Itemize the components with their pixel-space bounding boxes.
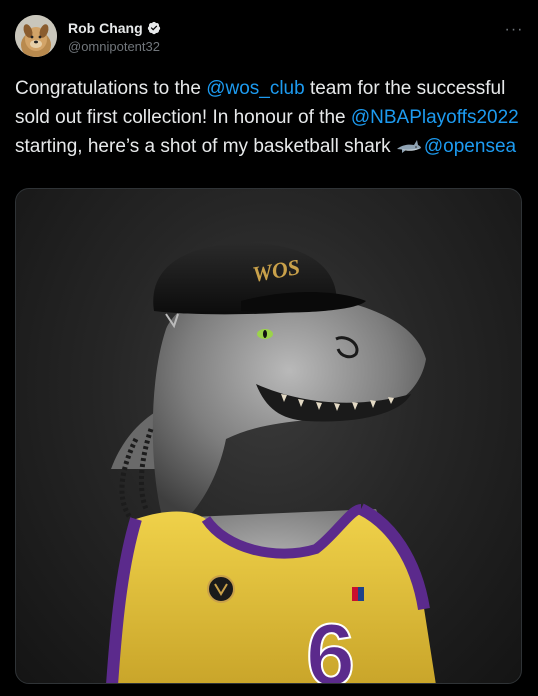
author-display-name[interactable]: Rob Chang (68, 20, 143, 36)
tweet-card: Rob Chang @omnipotent32 ··· Congratulati… (0, 0, 538, 696)
author-info[interactable]: Rob Chang @omnipotent32 (68, 18, 161, 54)
shark-nft-illustration: WOS 6 (106, 243, 436, 684)
nba-logo-icon (352, 587, 358, 601)
tweet-text-segment: Congratulations to the (15, 78, 207, 99)
mention-nbaplayoffs2022-link[interactable]: @NBAPlayoffs2022 (351, 107, 519, 128)
shark-emoji-icon (396, 140, 421, 153)
verified-badge-icon (147, 21, 160, 35)
jersey-number: 6 (306, 605, 355, 684)
mention-opensea-link[interactable]: @opensea (424, 136, 516, 157)
tweet-text-segment: starting, here’s a shot of my basketball… (15, 136, 396, 157)
mention-wos-club-link[interactable]: @wos_club (206, 78, 305, 99)
jersey-crest-icon (207, 575, 235, 603)
more-options-button[interactable]: ··· (502, 18, 526, 42)
author-avatar[interactable] (15, 15, 57, 57)
tweet-text: Congratulations to the @wos_club team fo… (15, 74, 525, 161)
tweet-media-image[interactable]: WOS 6 (15, 188, 522, 684)
dog-avatar-icon (15, 15, 57, 57)
author-handle[interactable]: @omnipotent32 (68, 39, 161, 54)
